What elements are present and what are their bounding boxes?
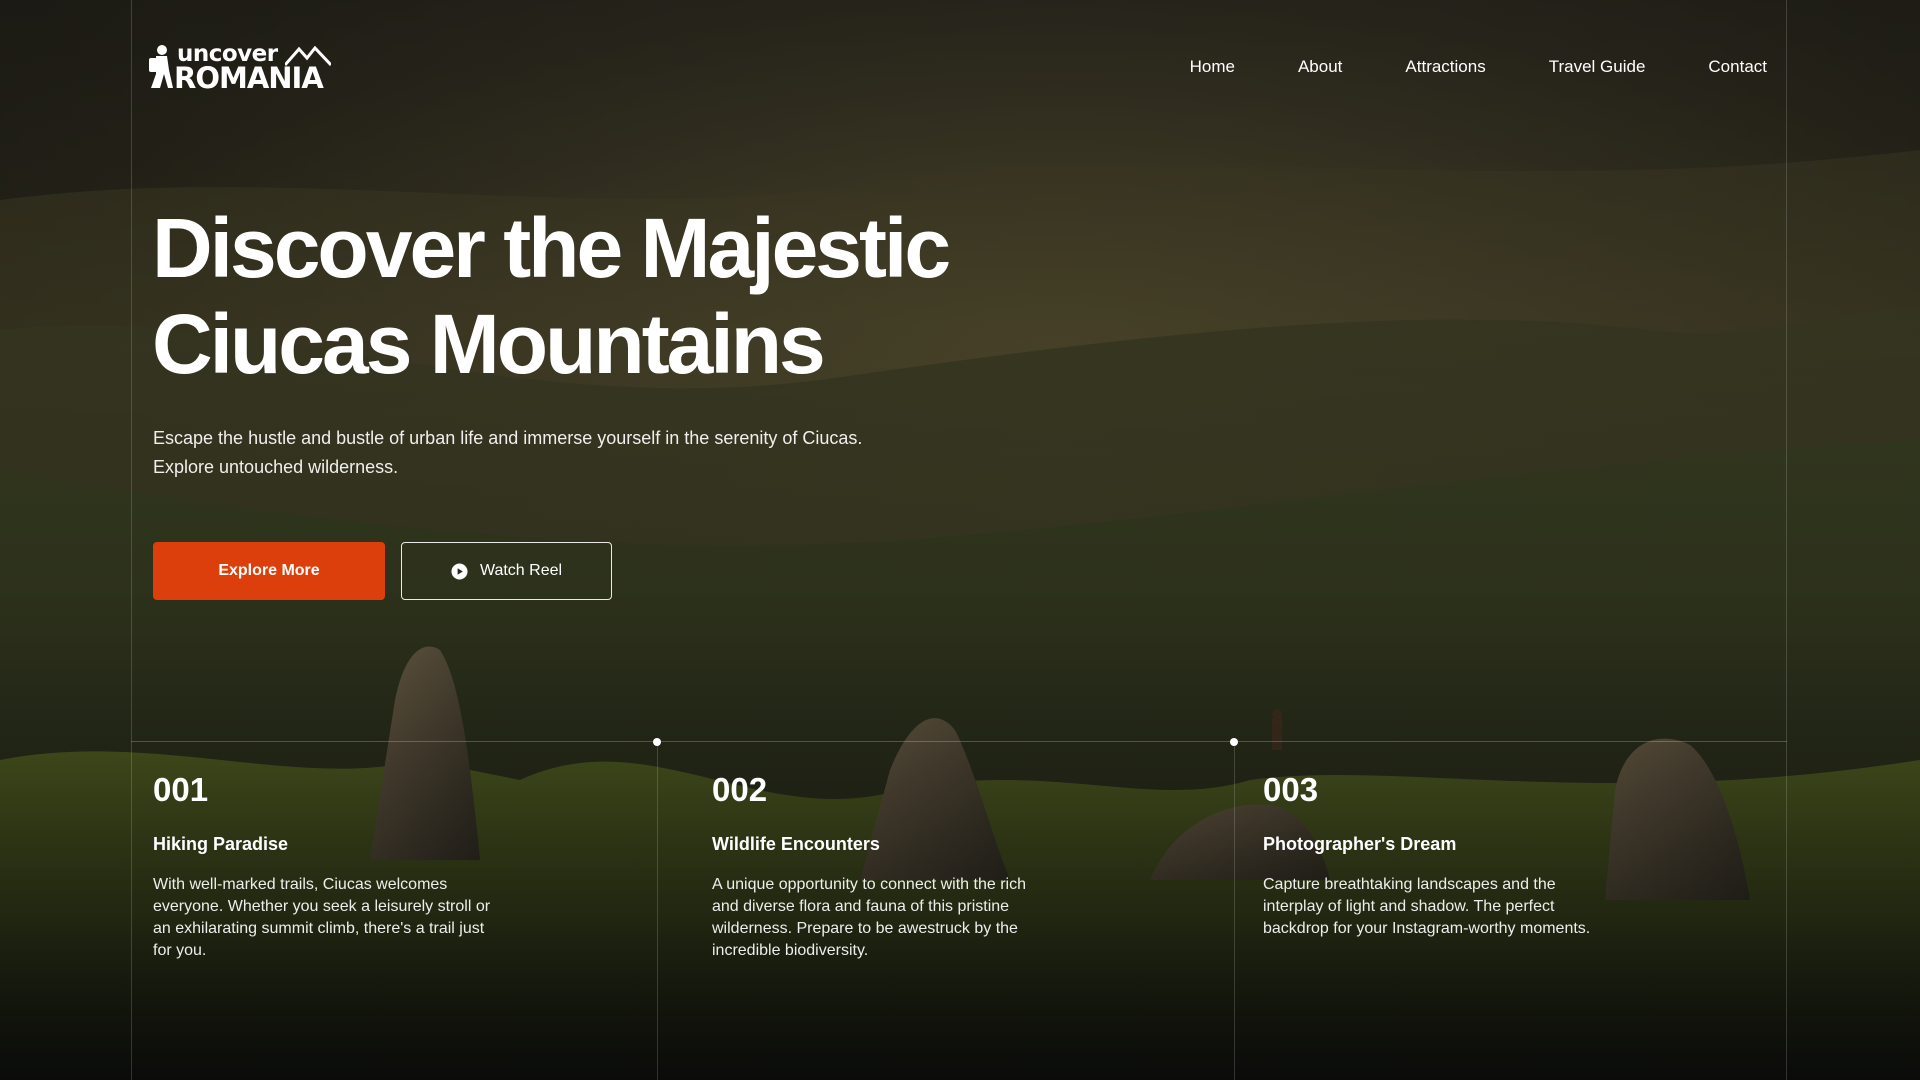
feature-card: 003 Photographer's Dream Capture breatht… bbox=[1263, 770, 1623, 940]
logo-text-bottom: ROMANIA bbox=[174, 61, 324, 95]
hero-section: uncover ROMANIA Home About Attractions T… bbox=[0, 0, 1920, 1080]
feature-description: With well-marked trails, Ciucas welcomes… bbox=[153, 876, 491, 959]
hero-subtext: Escape the hustle and bustle of urban li… bbox=[153, 428, 863, 477]
feature-title: Wildlife Encounters bbox=[712, 834, 880, 854]
feature-description: A unique opportunity to connect with the… bbox=[712, 876, 1026, 959]
hero-headline-line1: Discover the Majestic bbox=[152, 201, 951, 295]
layout-guide-line bbox=[657, 741, 658, 1080]
feature-number: 003 bbox=[1263, 771, 1319, 808]
hero-headline-line2: Ciucas Mountains bbox=[152, 297, 826, 391]
nav-item-travel-guide[interactable]: Travel Guide bbox=[1549, 56, 1646, 78]
feature-number: 001 bbox=[153, 771, 209, 808]
main-navigation: Home About Attractions Travel Guide Cont… bbox=[1127, 56, 1767, 78]
explore-more-button[interactable]: Explore More bbox=[153, 542, 385, 600]
feature-description: Capture breathtaking landscapes and the … bbox=[1263, 876, 1591, 937]
watch-reel-button[interactable]: Watch Reel bbox=[401, 542, 612, 600]
feature-number: 002 bbox=[712, 771, 768, 808]
feature-card: 002 Wildlife Encounters A unique opportu… bbox=[712, 770, 1072, 962]
brand-logo[interactable]: uncover ROMANIA bbox=[147, 42, 347, 95]
nav-item-home[interactable]: Home bbox=[1190, 56, 1235, 78]
feature-card: 001 Hiking Paradise With well-marked tra… bbox=[153, 770, 513, 962]
feature-title: Hiking Paradise bbox=[153, 834, 289, 854]
nav-item-attractions[interactable]: Attractions bbox=[1405, 56, 1485, 78]
layout-guide-line bbox=[131, 0, 132, 1080]
layout-guide-line bbox=[131, 741, 1787, 742]
play-circle-icon bbox=[451, 562, 468, 580]
nav-item-about[interactable]: About bbox=[1298, 56, 1342, 78]
feature-title: Photographer's Dream bbox=[1263, 834, 1457, 854]
nav-item-contact[interactable]: Contact bbox=[1708, 56, 1767, 78]
hero-headline: Discover the Majestic Ciucas Mountains bbox=[152, 200, 1052, 392]
layout-guide-line bbox=[1234, 741, 1235, 1080]
guide-dot bbox=[1230, 738, 1238, 746]
layout-guide-line bbox=[1786, 0, 1787, 1080]
watch-reel-label: Watch Reel bbox=[479, 562, 563, 579]
guide-dot bbox=[653, 738, 661, 746]
